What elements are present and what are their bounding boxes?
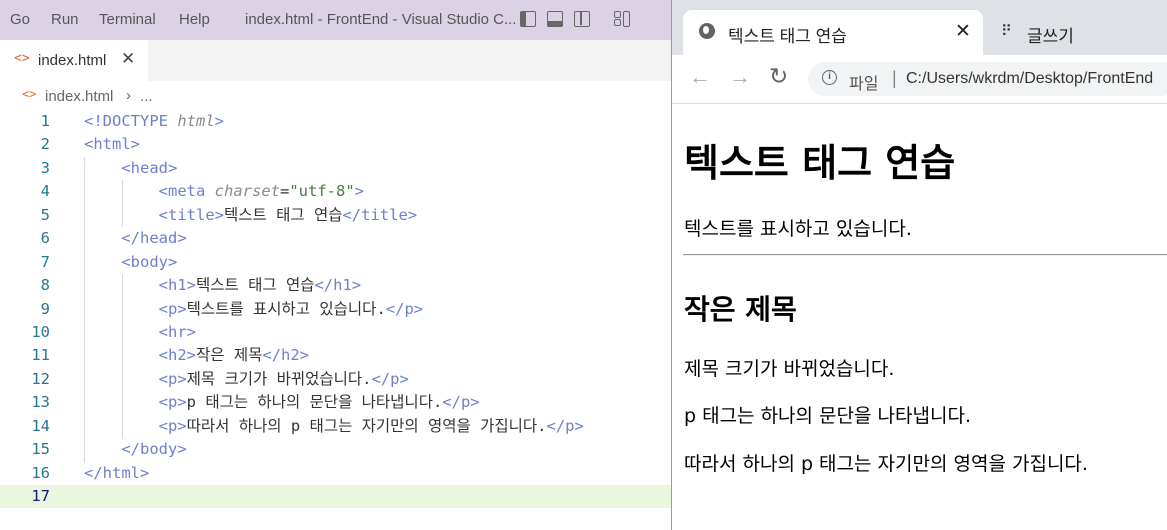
menu-run[interactable]: Run — [51, 11, 79, 28]
line-number: 4 — [40, 182, 50, 201]
line-number: 8 — [40, 276, 50, 295]
info-icon[interactable]: i — [822, 70, 837, 85]
p3-text: p 태그는 하나의 문단을 나타냅니다. — [186, 393, 443, 412]
code-line[interactable]: 8 <h1>텍스트 태그 연습</h1> — [0, 274, 671, 297]
code-line-current[interactable]: 17 — [0, 485, 671, 509]
chrome-window: 텍스트 태그 연습 ✕ ⠟ 글쓰기 ← → ↻ i 파일 | C:/Users/… — [671, 0, 1167, 530]
page-paragraph-4: 따라서 하나의 p 태그는 자기만의 영역을 가집니다. — [684, 453, 1088, 475]
back-arrow-icon[interactable]: ← — [689, 64, 711, 90]
code-line[interactable]: 16 </html> — [0, 462, 671, 485]
vscode-window: Go Run Terminal Help index.html - FrontE… — [0, 0, 671, 530]
h2-text: 작은 제목 — [195, 346, 263, 365]
address-bar[interactable]: i 파일 | C:/Users/wkrdm/Desktop/FrontEnd — [808, 62, 1167, 96]
code-line[interactable]: 6 </head> — [0, 227, 671, 250]
html-file-icon: <> — [14, 51, 30, 66]
line-number: 15 — [31, 440, 50, 459]
html-file-icon: <> — [22, 87, 37, 101]
toggle-sidebar-icon[interactable] — [520, 11, 536, 27]
indent-guide — [122, 180, 123, 227]
breadcrumb-file[interactable]: index.html — [45, 88, 113, 105]
chevron-right-icon: › — [126, 87, 131, 104]
title-text: 텍스트 태그 연습 — [223, 205, 343, 224]
doctype-keyword: <!DOCTYPE — [84, 112, 168, 130]
meta-value: "utf-8" — [289, 182, 355, 201]
code-line[interactable]: 13 <p>p 태그는 하나의 문단을 나타냅니다.</p> — [0, 391, 671, 414]
browser-tab-active[interactable]: 텍스트 태그 연습 ✕ — [683, 10, 983, 55]
line-number: 3 — [40, 158, 50, 177]
page-paragraph-2: 제목 크기가 바뀌었습니다. — [684, 358, 895, 380]
editor-tab-bar: <> index.html ✕ — [0, 40, 671, 81]
page-content: 텍스트 태그 연습 텍스트를 표시하고 있습니다. 작은 제목 제목 크기가 바… — [672, 104, 1167, 530]
window-title: index.html - FrontEnd - Visual Studio C.… — [245, 11, 515, 28]
doctype-value: html — [177, 112, 215, 130]
code-line[interactable]: 14 <p>따라서 하나의 p 태그는 자기만의 영역을 가집니다.</p> — [0, 415, 671, 438]
p2-text: 제목 크기가 바뀌었습니다. — [186, 369, 372, 388]
h1-text: 텍스트 태그 연습 — [195, 276, 315, 295]
line-number: 13 — [31, 393, 50, 412]
browser-tab-title: 글쓰기 — [1027, 27, 1074, 46]
horizontal-rule — [683, 254, 1167, 256]
line-number: 2 — [40, 135, 50, 154]
code-line[interactable]: 10 <hr> — [0, 321, 671, 344]
tab-label: index.html — [38, 52, 107, 69]
customize-layout-icon-3 — [623, 11, 630, 27]
p4-text: 따라서 하나의 p 태그는 자기만의 영역을 가집니다. — [186, 416, 547, 435]
breadcrumb-more[interactable]: ... — [140, 88, 153, 105]
line-number: 14 — [31, 416, 50, 435]
meta-attr: charset — [214, 182, 280, 201]
line-number: 17 — [31, 487, 50, 505]
menu-help[interactable]: Help — [179, 11, 210, 28]
menu-go[interactable]: Go — [10, 11, 30, 28]
forward-arrow-icon[interactable]: → — [729, 64, 751, 90]
code-line[interactable]: 7 <body> — [0, 251, 671, 274]
page-paragraph-3: p 태그는 하나의 문단을 나타냅니다. — [684, 405, 971, 427]
line-number: 7 — [40, 252, 50, 271]
code-line[interactable]: 12 <p>제목 크기가 바뀌었습니다.</p> — [0, 368, 671, 391]
split-editor-icon[interactable] — [574, 11, 590, 27]
url-text[interactable]: C:/Users/wkrdm/Desktop/FrontEnd — [906, 70, 1153, 88]
code-line[interactable]: 15 </body> — [0, 438, 671, 461]
indent-guide — [84, 157, 85, 463]
protocol-label: 파일 — [849, 76, 879, 93]
indent-guide — [122, 274, 123, 439]
code-line[interactable]: 2 <html> — [0, 133, 671, 156]
dots-icon: ⠟ — [1001, 23, 1012, 40]
globe-icon — [699, 23, 715, 39]
customize-layout-icon[interactable] — [614, 11, 621, 18]
line-number: 6 — [40, 229, 50, 248]
address-separator: | — [892, 68, 897, 88]
close-tab-icon[interactable]: ✕ — [955, 20, 971, 43]
page-heading-1: 텍스트 태그 연습 — [684, 141, 956, 185]
tab-index-html[interactable]: <> index.html ✕ — [0, 40, 148, 81]
page-paragraph-1: 텍스트를 표시하고 있습니다. — [684, 218, 912, 240]
customize-layout-icon-2 — [614, 19, 621, 26]
code-line[interactable]: 5 <title>텍스트 태그 연습</title> — [0, 204, 671, 227]
tab-strip: 텍스트 태그 연습 ✕ ⠟ 글쓰기 — [672, 0, 1167, 55]
title-bar: Go Run Terminal Help index.html - FrontE… — [0, 0, 671, 40]
breadcrumb: <> index.html › ... — [0, 84, 671, 108]
browser-tab[interactable]: ⠟ 글쓰기 — [997, 10, 1167, 55]
reload-icon[interactable]: ↻ — [769, 63, 788, 90]
toggle-panel-icon[interactable] — [547, 11, 563, 27]
code-line[interactable]: 9 <p>텍스트를 표시하고 있습니다.</p> — [0, 298, 671, 321]
code-editor[interactable]: 1 <!DOCTYPE html> 2 <html> 3 <head> 4 <met… — [0, 110, 671, 509]
code-line[interactable]: 1 <!DOCTYPE html> — [0, 110, 671, 133]
line-number: 10 — [31, 322, 50, 341]
menu-terminal[interactable]: Terminal — [99, 11, 156, 28]
line-number: 1 — [40, 112, 50, 130]
line-number: 11 — [31, 346, 50, 365]
browser-toolbar: ← → ↻ i 파일 | C:/Users/wkrdm/Desktop/Fron… — [672, 55, 1167, 104]
line-number: 9 — [40, 299, 50, 318]
page-heading-2: 작은 제목 — [684, 293, 797, 326]
code-line[interactable]: 4 <meta charset="utf-8"> — [0, 180, 671, 203]
close-tab-icon[interactable]: ✕ — [121, 49, 135, 69]
code-line[interactable]: 3 <head> — [0, 157, 671, 180]
p1-text: 텍스트를 표시하고 있습니다. — [186, 299, 386, 318]
line-number: 16 — [31, 463, 50, 482]
browser-tab-title: 텍스트 태그 연습 — [728, 27, 847, 46]
line-number: 12 — [31, 369, 50, 388]
code-line[interactable]: 11 <h2>작은 제목</h2> — [0, 344, 671, 367]
line-number: 5 — [40, 205, 50, 224]
